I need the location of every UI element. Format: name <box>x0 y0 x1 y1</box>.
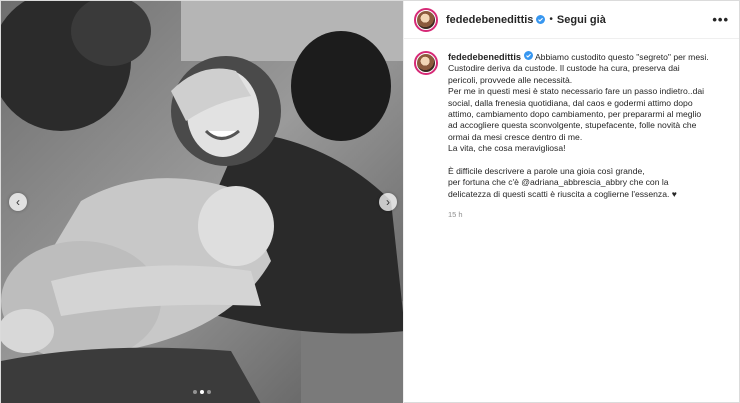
caption-line: pericoli, provvede alle necessità. <box>448 74 573 85</box>
more-options-icon[interactable]: ••• <box>712 12 729 27</box>
author-username[interactable]: fededebenedittis <box>446 14 533 26</box>
verified-badge-icon <box>524 51 534 60</box>
chevron-left-icon: ‹ <box>16 195 20 209</box>
post-timestamp[interactable]: 15 h <box>448 209 725 220</box>
caption-line: Custodire deriva da custode. Il custode … <box>448 63 680 74</box>
carousel-dot <box>207 390 211 394</box>
following-button[interactable]: Segui già <box>557 14 606 26</box>
carousel-dot-active <box>200 390 204 394</box>
caption-line: attimo, cambiamento dopo cambiamento, pe… <box>448 109 702 120</box>
caption-author-avatar[interactable] <box>414 51 438 75</box>
post-photo-carousel[interactable]: ‹ › <box>1 1 403 403</box>
verified-badge-icon <box>536 15 546 24</box>
post-caption: fededebenedittis Abbiamo custodito quest… <box>404 39 739 221</box>
caption-line: Per me in questi mesi è stato necessario… <box>448 86 705 97</box>
post-photo <box>1 1 403 403</box>
caption-line: social, dalla frenesia quotidiana, dal c… <box>448 97 693 108</box>
caption-line: per fortuna che c'è @adriana_abbrescia_a… <box>448 177 669 188</box>
caption-first-line: Abbiamo custodito questo "segreto" per m… <box>534 52 709 62</box>
caption-line: delicatezza di questi scatti è riuscita … <box>448 188 677 199</box>
caption-line: La vita, che cosa meravigliosa! <box>448 143 566 154</box>
carousel-next-button[interactable]: › <box>379 193 397 211</box>
instagram-post: ‹ › fededebenedittis • Segui già ••• fed… <box>0 0 740 403</box>
carousel-prev-button[interactable]: ‹ <box>9 193 27 211</box>
chevron-right-icon: › <box>386 195 390 209</box>
caption-body: fededebenedittis Abbiamo custodito quest… <box>448 51 725 221</box>
post-side-panel: fededebenedittis • Segui già ••• fededeb… <box>403 1 739 403</box>
caption-line: È difficile descrivere a parole una gioi… <box>448 166 645 177</box>
post-header: fededebenedittis • Segui già ••• <box>404 1 739 39</box>
header-separator: • <box>549 14 553 25</box>
caption-line: ad accogliere questa sconvolgente, stupe… <box>448 120 697 131</box>
caption-username[interactable]: fededebenedittis <box>448 52 521 62</box>
author-avatar[interactable] <box>414 7 438 32</box>
carousel-dot <box>193 390 197 394</box>
caption-line: ormai da mesi cresce dentro di me. <box>448 131 583 142</box>
carousel-indicator <box>1 390 403 394</box>
